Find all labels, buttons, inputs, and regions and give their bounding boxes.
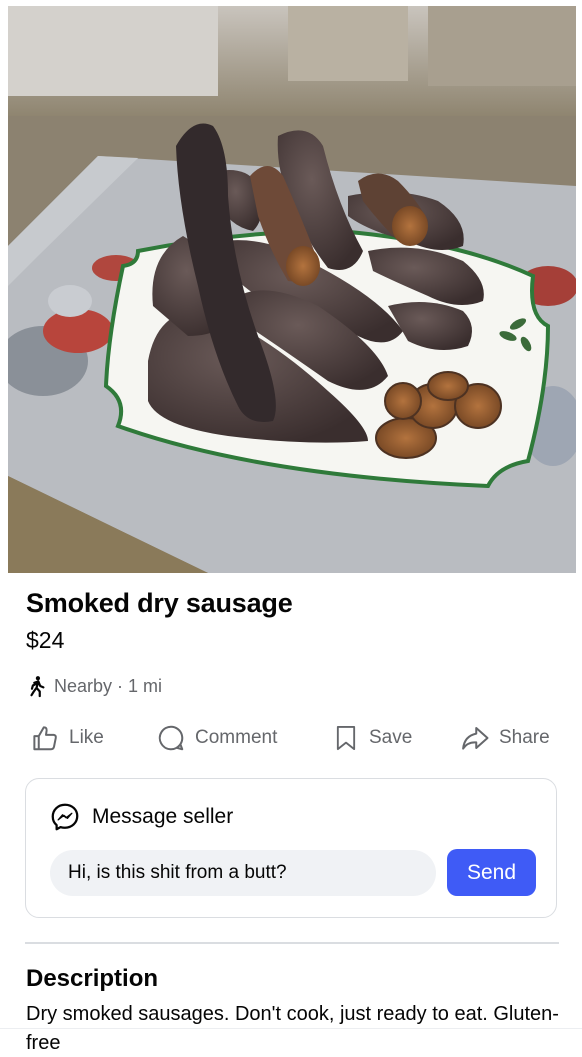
message-seller-title: Message seller [92, 805, 234, 828]
location-text: Nearby · 1 mi [54, 675, 163, 696]
share-button[interactable]: Share [460, 718, 550, 758]
like-label: Like [69, 727, 104, 748]
marketplace-listing-page: Smoked dry sausage $24 Nearby · 1 mi Lik… [0, 0, 582, 1057]
listing-location: Nearby · 1 mi [26, 672, 162, 700]
sausage-plate-image [8, 6, 576, 573]
share-label: Share [499, 727, 550, 748]
comment-bubble-icon [158, 725, 184, 751]
message-input[interactable] [50, 850, 436, 896]
save-button[interactable]: Save [332, 718, 412, 758]
listing-price: $24 [26, 627, 65, 653]
messenger-icon [51, 803, 79, 831]
listing-photo[interactable] [8, 6, 576, 573]
action-bar: Like Comment Save Share [30, 718, 560, 758]
message-seller-card: Message seller Send [25, 778, 557, 918]
send-button[interactable]: Send [447, 849, 536, 896]
bottom-sheet-edge [0, 1028, 582, 1029]
share-arrow-icon [462, 727, 489, 750]
walking-person-icon [30, 676, 45, 698]
message-seller-header: Message seller [50, 801, 233, 833]
comment-button[interactable]: Comment [156, 718, 277, 758]
section-divider [25, 942, 559, 944]
bookmark-icon [336, 725, 356, 751]
like-button[interactable]: Like [30, 718, 104, 758]
thumbs-up-icon [33, 726, 57, 751]
listing-title: Smoked dry sausage [26, 588, 293, 618]
save-label: Save [369, 727, 413, 748]
comment-label: Comment [195, 727, 278, 748]
description-heading: Description [26, 965, 159, 992]
